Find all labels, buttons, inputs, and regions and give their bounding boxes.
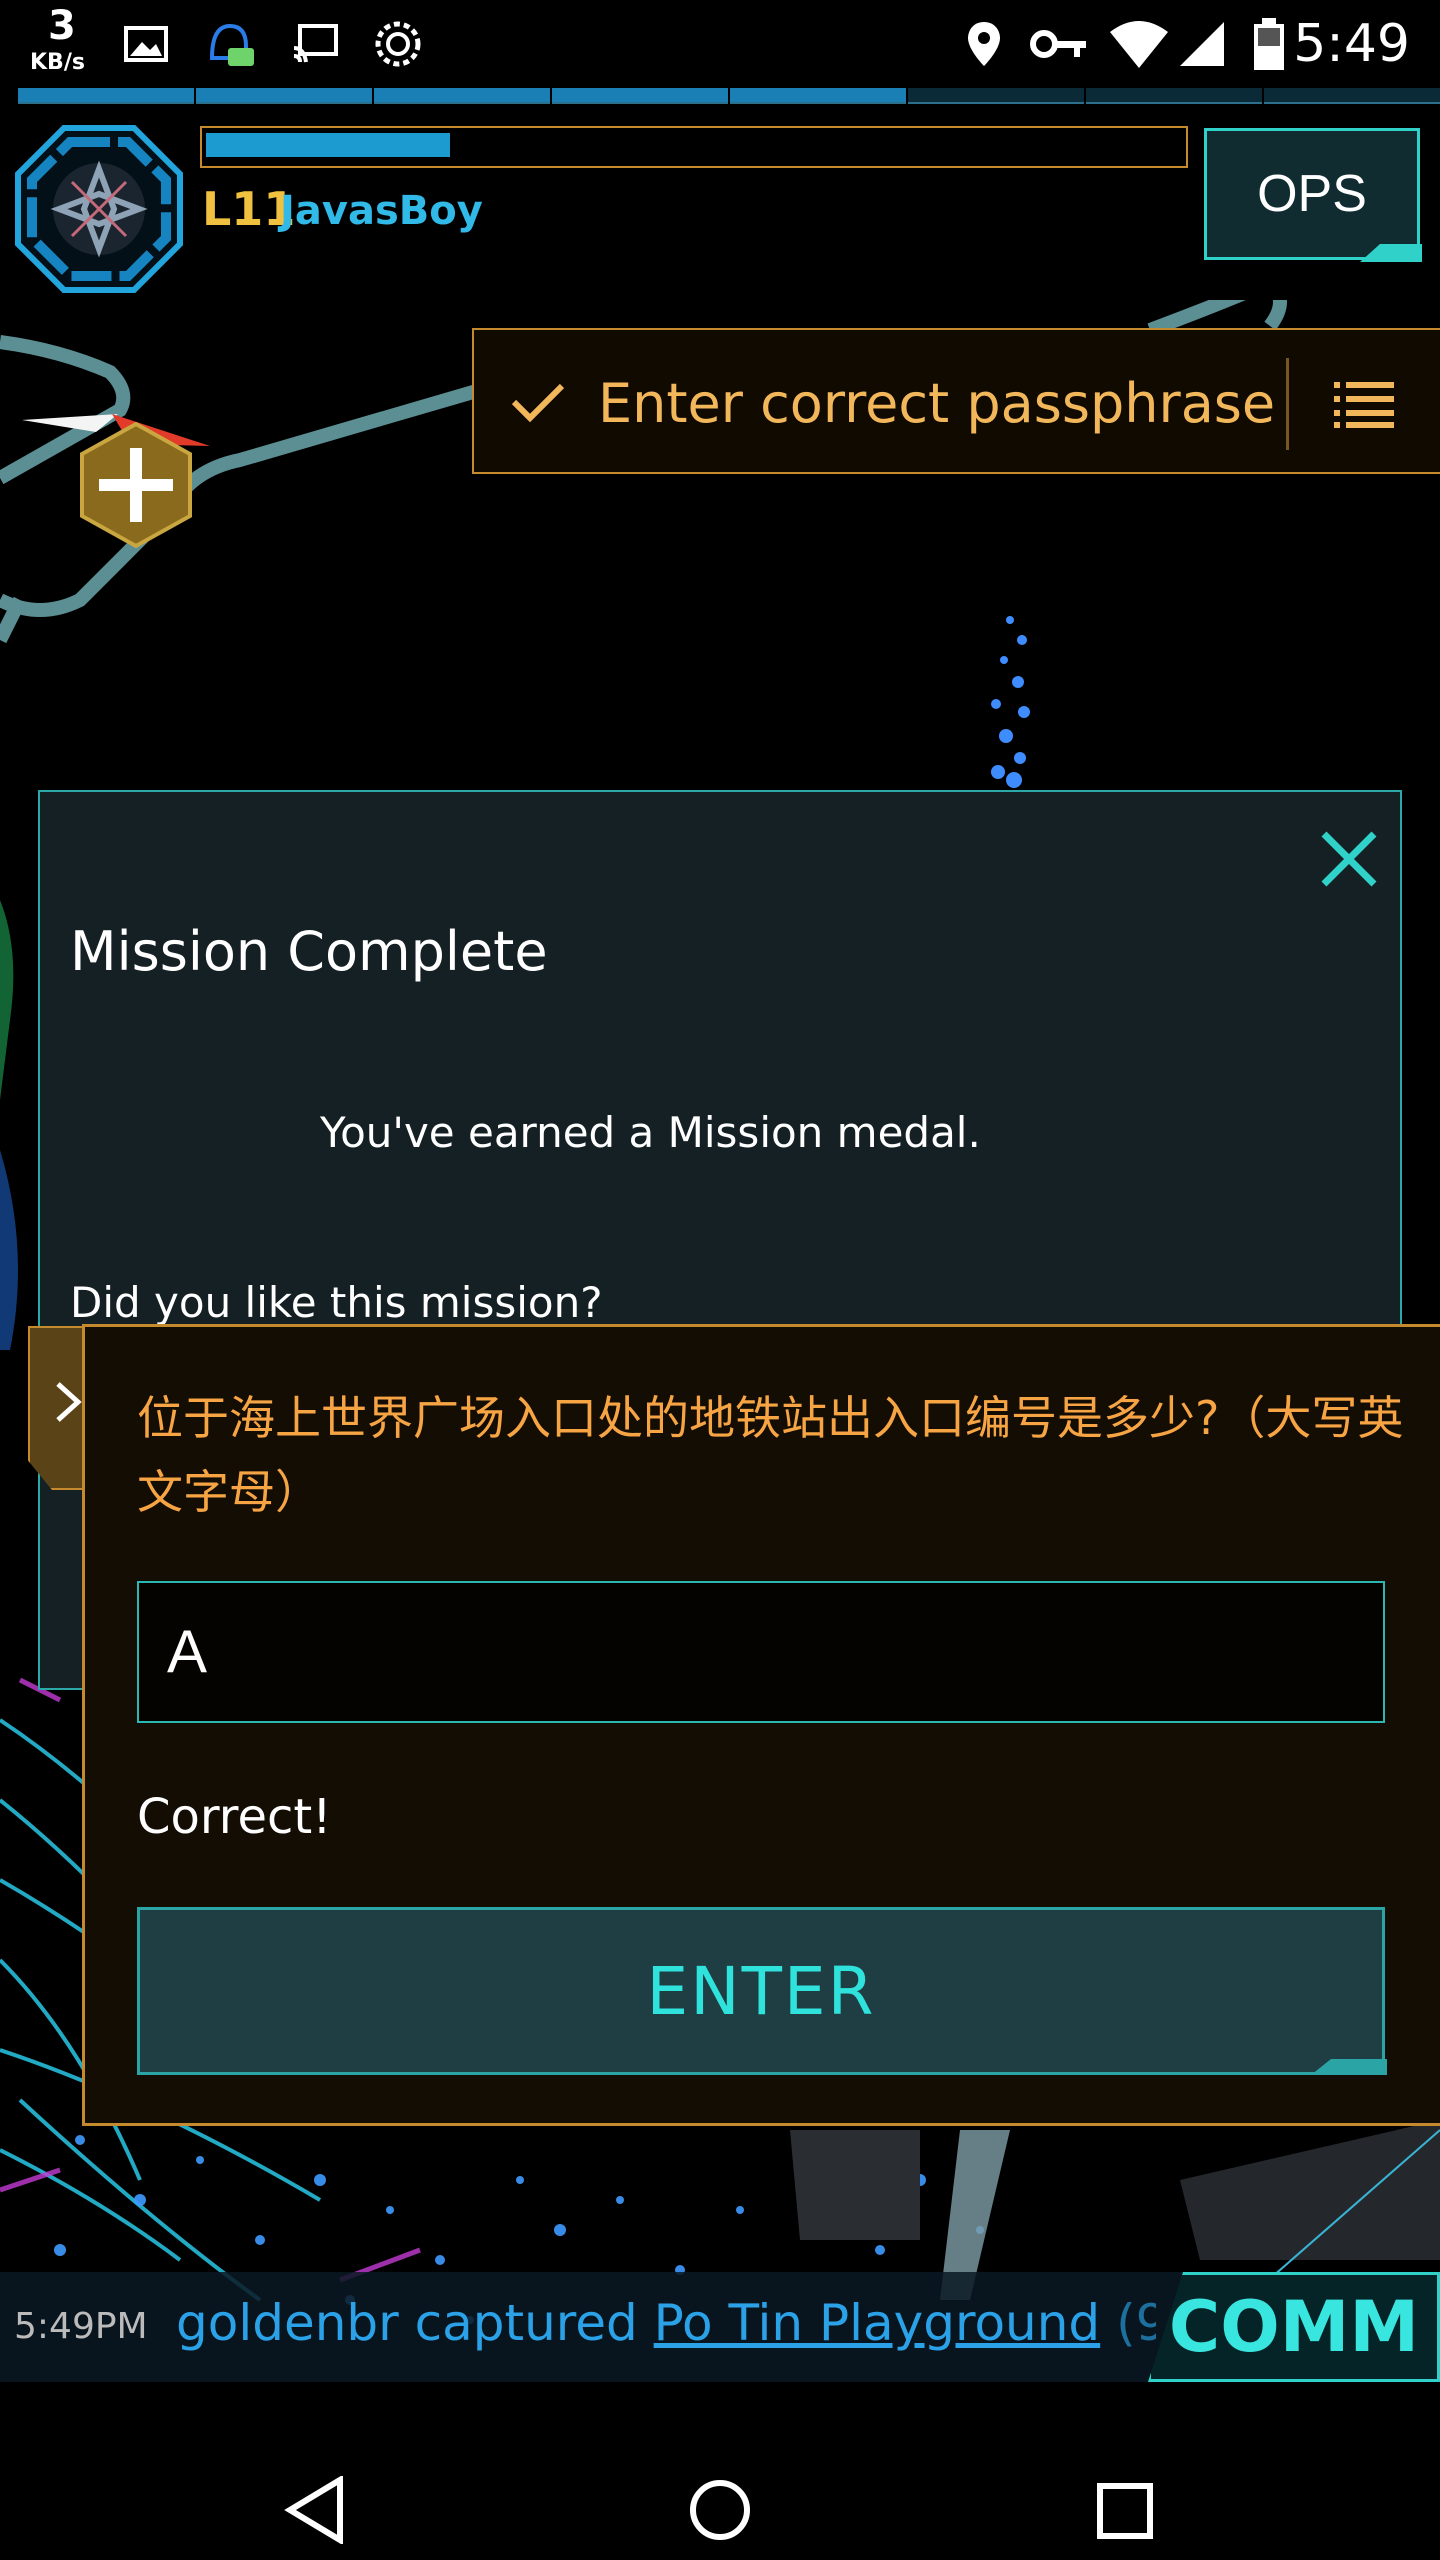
xp-segment — [1086, 88, 1262, 104]
network-speed-value: 3 — [48, 3, 76, 49]
dialog-body: You've earned a Mission medal. — [320, 1108, 981, 1157]
settings-gear-icon — [375, 21, 421, 67]
enter-button[interactable]: ENTER — [137, 1907, 1385, 2075]
agent-name[interactable]: JavasBoy — [280, 188, 483, 234]
add-portal-button[interactable] — [76, 420, 196, 550]
xp-segment — [374, 88, 550, 104]
enter-button-label: ENTER — [646, 1952, 876, 2030]
comm-verb: captured — [414, 2294, 638, 2352]
dialog-title: Mission Complete — [70, 920, 548, 983]
xp-segment — [908, 88, 1084, 104]
comm-message: goldenbr captured Po Tin Playground (99 — [176, 2294, 1156, 2352]
xp-segment — [1264, 88, 1440, 104]
passphrase-result: Correct! — [137, 1789, 332, 1845]
chat-notification-icon — [209, 23, 254, 66]
passphrase-prompt: 位于海上世界广场入口处的地铁站出入口编号是多少?（大写英文字母） — [137, 1391, 1404, 1519]
vpn-key-icon — [1030, 30, 1086, 58]
signal-icon — [1180, 22, 1224, 66]
chevron-right-icon — [56, 1382, 82, 1422]
xp-segment — [730, 88, 906, 104]
enter-corner-accent — [1311, 2059, 1387, 2075]
status-clock: 5:49 — [1293, 14, 1410, 74]
passphrase-input[interactable]: A — [137, 1581, 1385, 1723]
mission-objective-toast[interactable]: Enter correct passphrase — [472, 328, 1440, 474]
close-icon[interactable] — [1312, 822, 1386, 896]
ap-progress-fill — [206, 133, 450, 157]
mission-objective-text: Enter correct passphrase — [598, 372, 1276, 435]
network-speed-unit: KB/s — [30, 50, 85, 75]
passphrase-panel: 位于海上世界广场入口处的地铁站出入口编号是多少?（大写英文字母） A Corre… — [82, 1324, 1440, 2126]
xp-progress-segments — [18, 88, 1440, 106]
system-nav-bar — [0, 2392, 1440, 2560]
xp-segment — [18, 88, 194, 104]
recents-icon[interactable] — [1096, 2482, 1154, 2540]
wifi-icon — [1110, 21, 1168, 68]
cast-icon — [293, 24, 338, 63]
agent-avatar[interactable] — [14, 124, 184, 294]
ops-corner-accent — [1360, 244, 1422, 262]
comm-button[interactable]: COMM — [1148, 2272, 1440, 2382]
ops-button-label: OPS — [1257, 165, 1367, 223]
back-icon[interactable] — [284, 2476, 346, 2544]
comm-time: 5:49PM — [14, 2306, 148, 2347]
ap-progress-bar — [200, 126, 1188, 168]
check-icon — [511, 383, 565, 423]
comm-portal-link[interactable]: Po Tin Playground — [654, 2294, 1101, 2352]
xp-segment — [552, 88, 728, 104]
image-icon — [124, 26, 168, 62]
xp-segment — [196, 88, 372, 104]
home-icon[interactable] — [688, 2478, 752, 2542]
comm-ticker[interactable]: 5:49PM goldenbr captured Po Tin Playgrou… — [0, 2272, 1440, 2382]
toast-divider — [1286, 358, 1289, 450]
battery-icon — [1254, 18, 1284, 70]
comm-button-label: COMM — [1168, 2286, 1420, 2368]
comm-agent-name[interactable]: goldenbr — [176, 2294, 399, 2352]
location-icon — [968, 22, 1000, 66]
dialog-rating-question: Did you like this mission? — [70, 1278, 603, 1327]
status-bar: 3 KB/s 5:49 — [0, 0, 1440, 88]
list-menu-icon[interactable] — [1332, 378, 1396, 428]
comm-extra: (99 — [1116, 2294, 1156, 2352]
